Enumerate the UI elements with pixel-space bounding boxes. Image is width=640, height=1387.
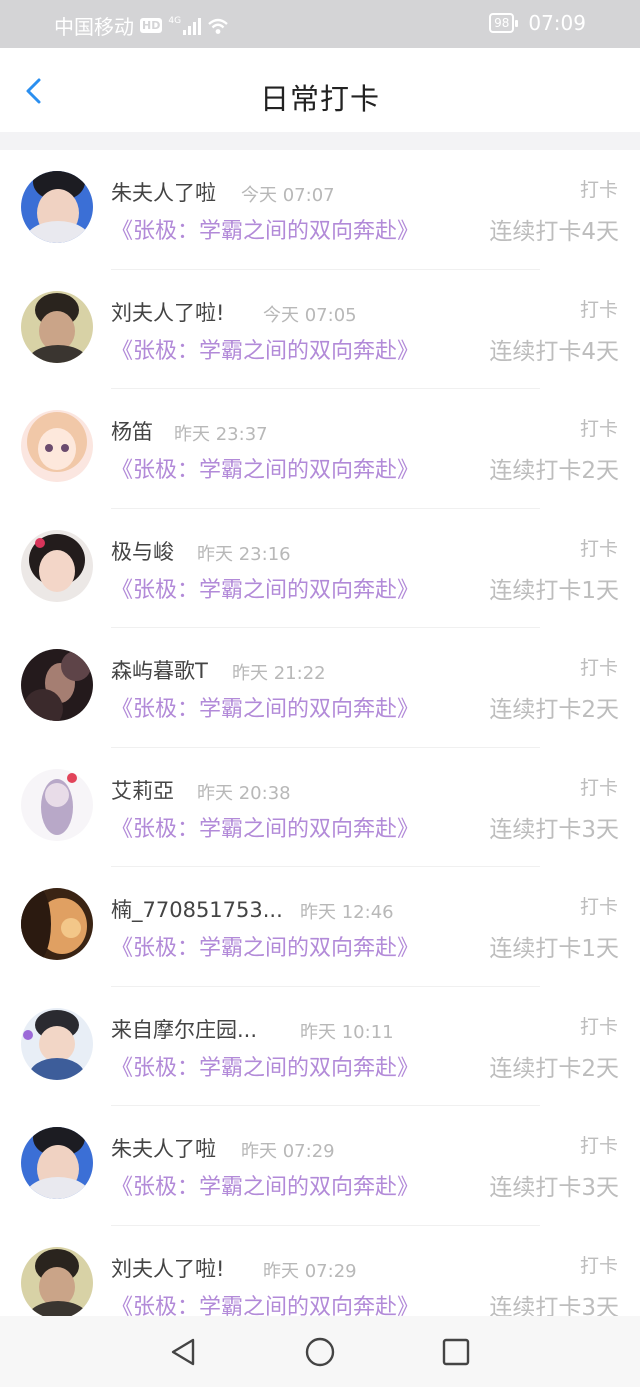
book-title[interactable]: 《张极：学霸之间的双向奔赴》 <box>111 452 419 484</box>
list-item[interactable]: 朱夫人了啦 昨天 07:29 《张极：学霸之间的双向奔赴》 打卡 连续打卡3天 <box>0 1106 640 1226</box>
user-name[interactable]: 楠_770851753... <box>111 894 283 924</box>
book-title[interactable]: 《张极：学霸之间的双向奔赴》 <box>111 1050 419 1082</box>
battery-icon: 98 <box>489 13 519 33</box>
list-item[interactable]: 森屿暮歌T 昨天 21:22 《张极：学霸之间的双向奔赴》 打卡 连续打卡2天 <box>0 628 640 748</box>
user-name[interactable]: 森屿暮歌T <box>111 655 208 685</box>
checkin-time: 今天 07:07 <box>241 185 335 206</box>
carrier-label: 中国移动 <box>54 15 134 39</box>
streak-label: 连续打卡4天 <box>489 219 619 245</box>
checkin-label: 打卡 <box>579 1135 618 1157</box>
clock-label: 07:09 <box>528 11 586 35</box>
hd-badge: HD <box>140 18 163 33</box>
checkin-label: 打卡 <box>579 298 618 321</box>
book-title[interactable]: 《张极：学霸之间的双向奔赴》 <box>111 811 419 843</box>
user-name[interactable]: 杨笛 <box>111 416 153 446</box>
checkin-time: 昨天 07:29 <box>263 1260 357 1282</box>
checkin-label: 打卡 <box>579 1015 618 1038</box>
book-title[interactable]: 《张极：学霸之间的双向奔赴》 <box>111 691 419 723</box>
checkin-time: 昨天 23:37 <box>174 424 268 445</box>
avatar[interactable] <box>21 1127 93 1199</box>
user-name[interactable]: 来自摩尔庄园... <box>111 1014 257 1044</box>
checkin-label: 打卡 <box>579 418 618 440</box>
book-title[interactable]: 《张极：学霸之间的双向奔赴》 <box>111 333 419 365</box>
list-item[interactable]: 艾莉亞 昨天 20:38 《张极：学霸之间的双向奔赴》 打卡 连续打卡3天 <box>0 748 640 867</box>
list-item[interactable]: 来自摩尔庄园... 昨天 10:11 《张极：学霸之间的双向奔赴》 打卡 连续打… <box>0 987 640 1106</box>
square-recent-icon[interactable] <box>440 1336 472 1368</box>
system-nav-bar <box>0 1316 640 1387</box>
avatar[interactable] <box>21 768 93 841</box>
avatar[interactable] <box>21 290 93 363</box>
status-right: 98 07:09 <box>489 11 586 35</box>
checkin-time: 昨天 07:29 <box>241 1141 335 1162</box>
book-title[interactable]: 《张极：学霸之间的双向奔赴》 <box>111 213 419 245</box>
checkin-time: 昨天 12:46 <box>300 902 394 923</box>
signal-icon: 4G <box>168 15 202 35</box>
avatar[interactable] <box>21 529 93 602</box>
list-item[interactable]: 杨笛 昨天 23:37 《张极：学霸之间的双向奔赴》 打卡 连续打卡2天 <box>0 389 640 509</box>
streak-label: 连续打卡3天 <box>489 1175 619 1201</box>
list-item[interactable]: 极与峻 昨天 23:16 《张极：学霸之间的双向奔赴》 打卡 连续打卡1天 <box>0 509 640 628</box>
checkin-label: 打卡 <box>579 896 618 918</box>
avatar[interactable] <box>21 649 93 721</box>
checkin-time: 昨天 10:11 <box>300 1021 394 1043</box>
status-left: 中国移动 HD 4G <box>54 11 229 40</box>
streak-label: 连续打卡1天 <box>489 936 619 962</box>
header-bar: 日常打卡 <box>0 48 640 132</box>
checkin-label: 打卡 <box>579 657 618 679</box>
checkin-time: 昨天 21:22 <box>232 663 326 684</box>
user-name[interactable]: 艾莉亞 <box>111 775 174 805</box>
checkin-time: 昨天 20:38 <box>197 782 291 804</box>
checkin-label: 打卡 <box>579 179 618 201</box>
status-bar: 中国移动 HD 4G 98 07:09 <box>0 0 640 48</box>
circle-home-icon[interactable] <box>304 1336 336 1368</box>
checkin-time: 昨天 23:16 <box>197 543 291 565</box>
list-item[interactable]: 刘夫人了啦! 今天 07:05 《张极：学霸之间的双向奔赴》 打卡 连续打卡4天 <box>0 270 640 389</box>
user-name[interactable]: 刘夫人了啦! <box>111 297 224 327</box>
triangle-back-icon[interactable] <box>167 1336 199 1368</box>
avatar[interactable] <box>21 1007 93 1080</box>
streak-label: 连续打卡2天 <box>489 458 619 484</box>
network-type-label: 4G <box>168 15 182 26</box>
book-title[interactable]: 《张极：学霸之间的双向奔赴》 <box>111 572 419 604</box>
avatar[interactable] <box>21 171 93 243</box>
page-title: 日常打卡 <box>259 82 380 116</box>
checkin-time: 今天 07:05 <box>263 304 357 326</box>
user-name[interactable]: 刘夫人了啦! <box>111 1253 224 1283</box>
book-title[interactable]: 《张极：学霸之间的双向奔赴》 <box>111 930 419 962</box>
streak-label: 连续打卡4天 <box>489 338 619 365</box>
avatar[interactable] <box>21 888 93 960</box>
user-name[interactable]: 朱夫人了啦 <box>111 177 216 207</box>
streak-label: 连续打卡2天 <box>489 697 619 723</box>
user-name[interactable]: 朱夫人了啦 <box>111 1133 216 1163</box>
streak-label: 连续打卡2天 <box>489 1055 619 1082</box>
streak-label: 连续打卡3天 <box>489 816 619 843</box>
user-name[interactable]: 极与峻 <box>111 536 174 566</box>
checkin-list: 朱夫人了啦 今天 07:07 《张极：学霸之间的双向奔赴》 打卡 连续打卡4天 … <box>0 150 640 1345</box>
checkin-label: 打卡 <box>579 1254 618 1277</box>
avatar[interactable] <box>21 410 93 482</box>
wifi-icon <box>208 18 228 34</box>
header-divider <box>0 132 640 150</box>
avatar[interactable] <box>21 1246 93 1319</box>
checkin-label: 打卡 <box>579 776 618 799</box>
list-item[interactable]: 朱夫人了啦 今天 07:07 《张极：学霸之间的双向奔赴》 打卡 连续打卡4天 <box>0 150 640 270</box>
list-item[interactable]: 楠_770851753... 昨天 12:46 《张极：学霸之间的双向奔赴》 打… <box>0 867 640 987</box>
streak-label: 连续打卡1天 <box>489 577 619 604</box>
checkin-label: 打卡 <box>579 537 618 560</box>
book-title[interactable]: 《张极：学霸之间的双向奔赴》 <box>111 1169 419 1201</box>
